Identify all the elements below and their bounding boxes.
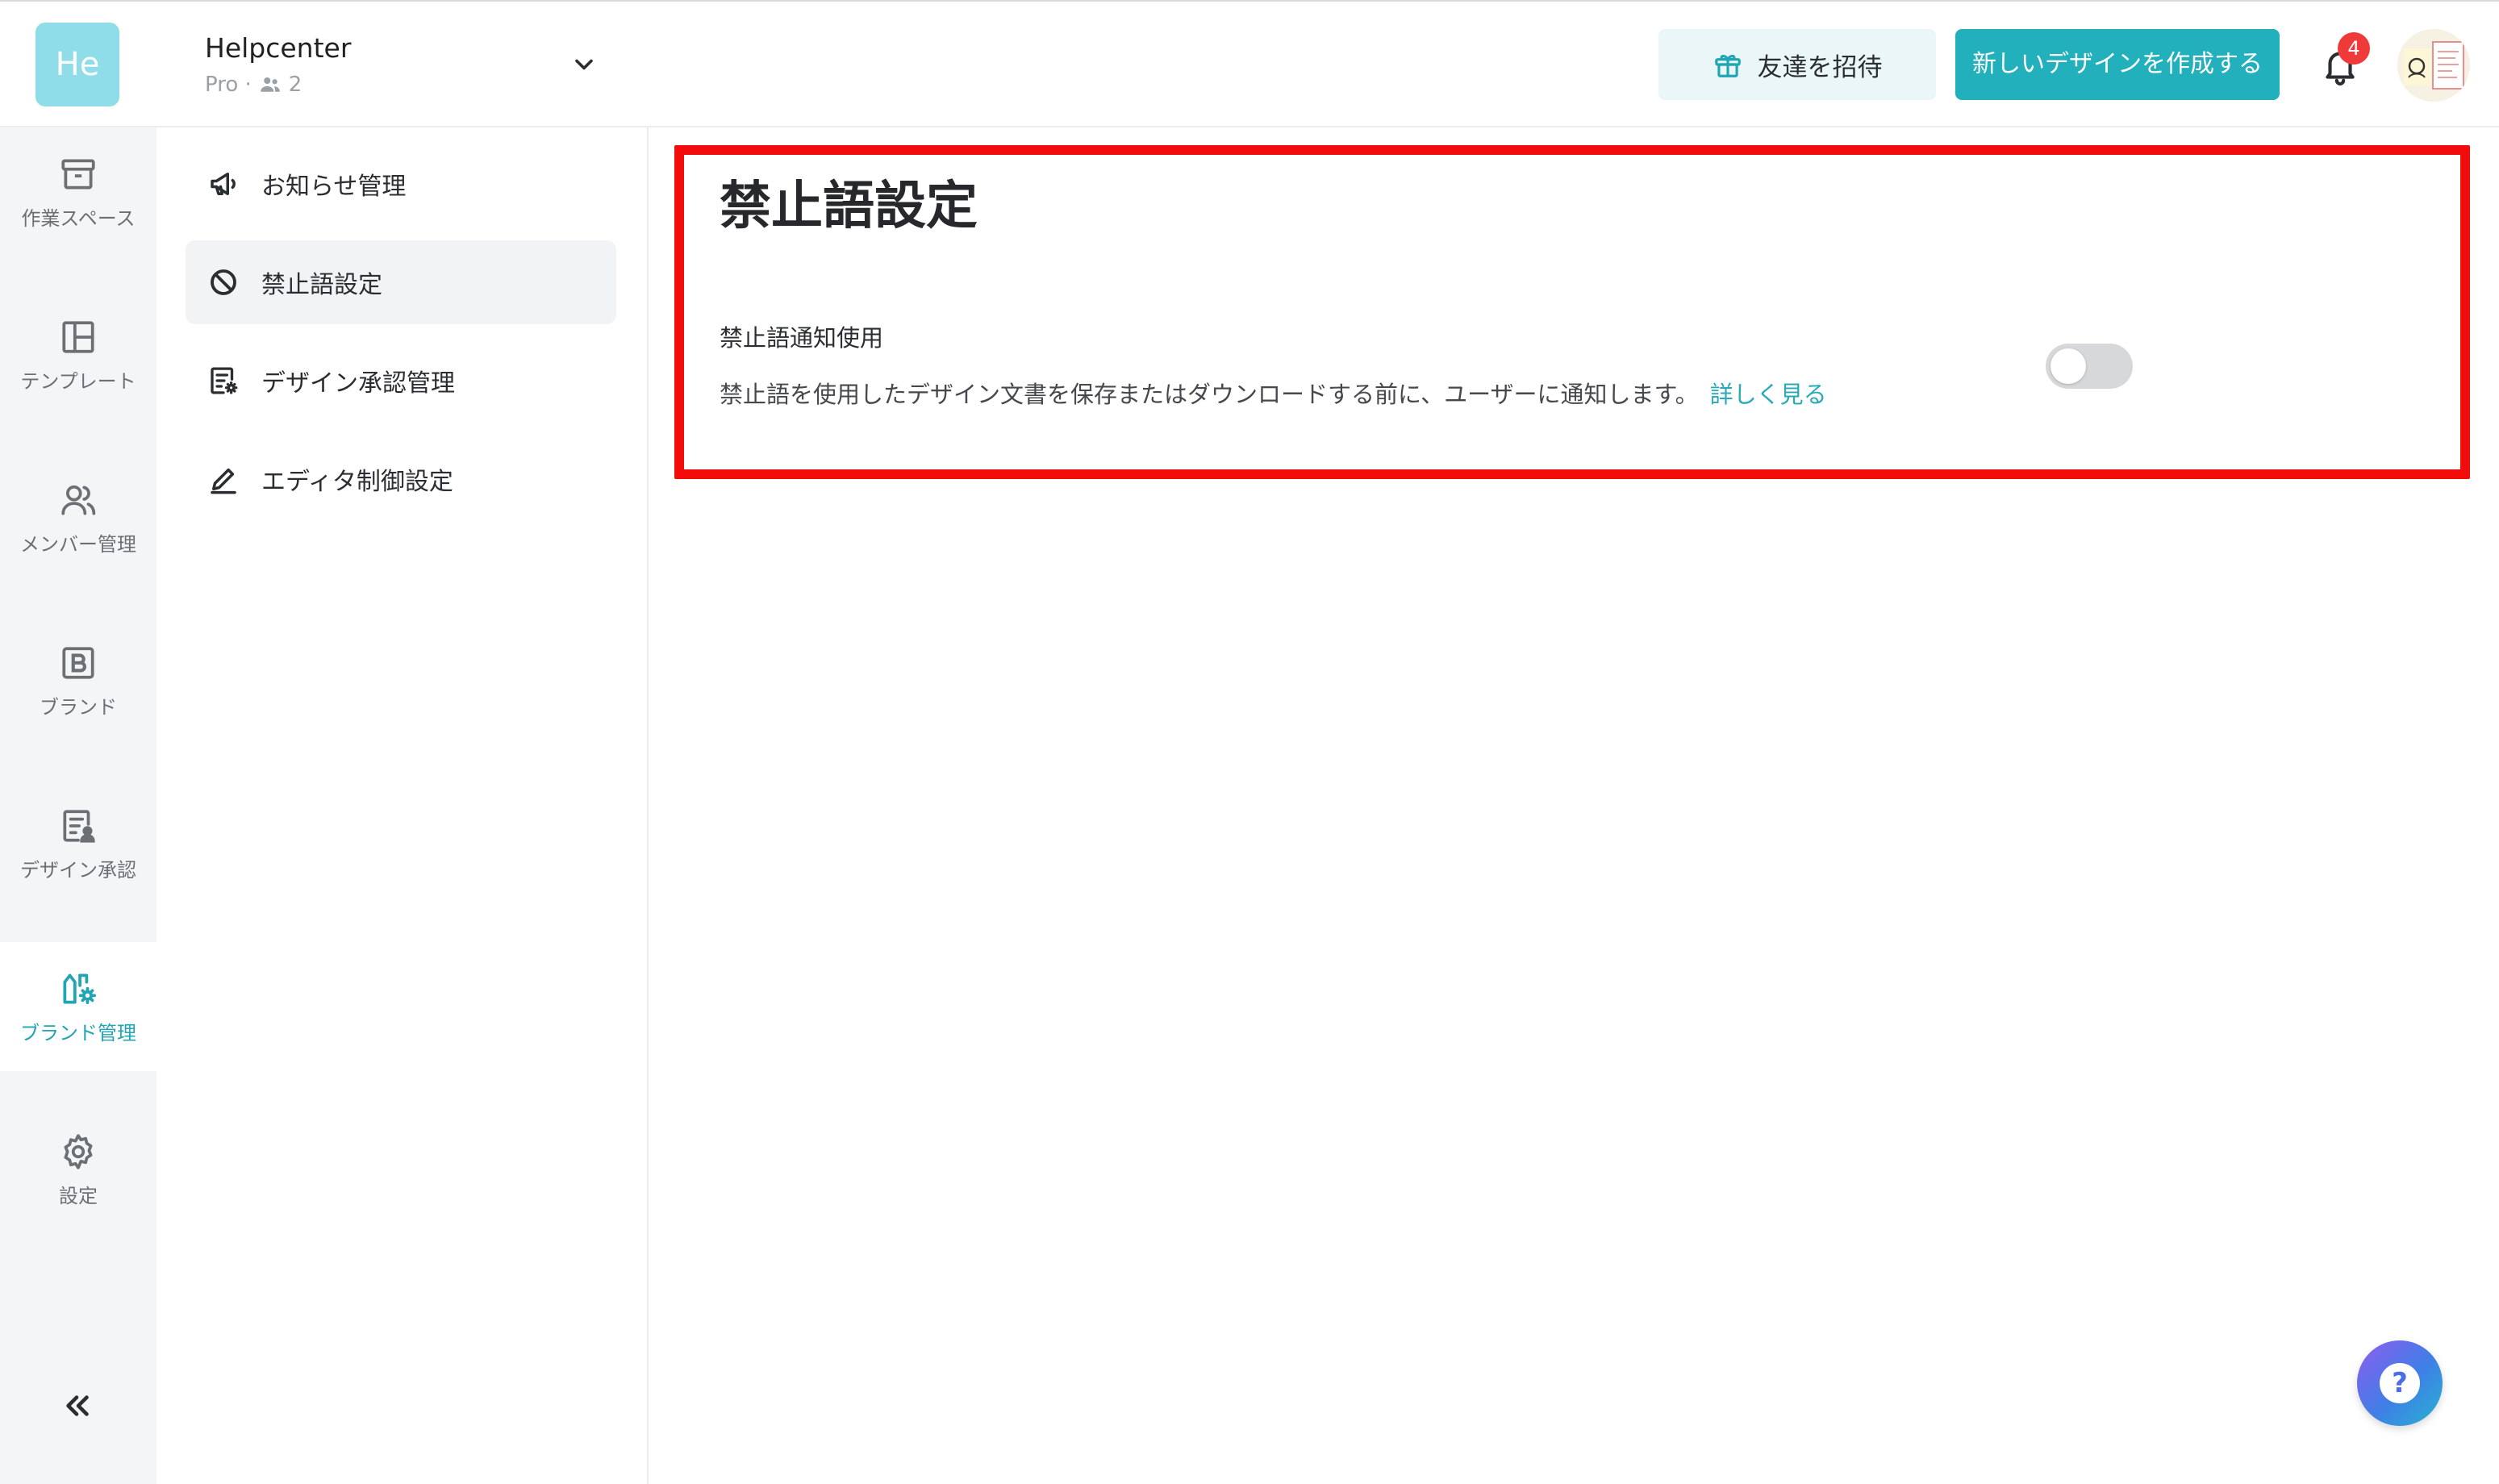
archive-box-icon [61, 158, 95, 190]
rail-item-brand-management[interactable]: ブランド管理 [0, 942, 156, 1071]
subnav-item-announcements[interactable]: お知らせ管理 [186, 142, 616, 226]
help-button[interactable]: ? [2357, 1340, 2443, 1426]
document-settings-icon [211, 367, 238, 394]
rail-item-brand[interactable]: ブランド [0, 616, 156, 745]
prohibited-icon [211, 269, 236, 295]
workspace-meta: Pro · 2 [205, 73, 302, 97]
rail-label: ブランド管理 [20, 1021, 136, 1044]
workspace-member-count: 2 [288, 73, 302, 97]
members-icon [260, 77, 280, 92]
layout-template-icon [62, 320, 94, 353]
rail-item-settings[interactable]: 設定 [0, 1105, 156, 1234]
rail-label: テンプレート [20, 369, 136, 393]
app-window: He Helpcenter Pro · 2 友達を招待 新しいデザインを作成する… [0, 0, 2499, 1484]
subnav-label: エディタ制御設定 [261, 468, 453, 496]
prohibited-words-toggle[interactable] [2046, 344, 2133, 389]
collapse-sidebar-icon[interactable] [56, 1386, 97, 1426]
brand-settings-icon [63, 973, 97, 1004]
rail-label: メンバー管理 [20, 532, 136, 556]
brand-b-icon [62, 646, 94, 679]
subnav-label: デザイン承認管理 [261, 369, 455, 398]
invite-friends-button[interactable]: 友達を招待 [1658, 29, 1936, 100]
subnav-label: お知らせ管理 [261, 173, 407, 201]
users-icon [61, 485, 96, 515]
workspace-plan: Pro · [205, 73, 252, 97]
workspace-name[interactable]: Helpcenter [205, 32, 351, 64]
workspace-avatar[interactable]: He [35, 23, 119, 106]
chevron-down-icon[interactable] [569, 50, 599, 79]
toggle-knob [2051, 348, 2086, 384]
page-title: 禁止語設定 [720, 177, 978, 236]
subnav-item-editor-control[interactable]: エディタ制御設定 [186, 437, 616, 521]
gift-icon [1714, 54, 1741, 77]
subnav-label: 禁止語設定 [261, 271, 382, 299]
setting-title: 禁止語通知使用 [720, 324, 884, 352]
rail-item-templates[interactable]: テンプレート [0, 290, 156, 419]
user-avatar[interactable] [2397, 29, 2470, 102]
question-icon: ? [2380, 1363, 2420, 1403]
rail-item-members[interactable]: メンバー管理 [0, 453, 156, 582]
subnav-item-design-approval-management[interactable]: デザイン承認管理 [186, 339, 616, 423]
learn-more-link[interactable]: 詳しく見る [1710, 381, 1827, 408]
secondary-sidebar: お知らせ管理 禁止語設定デザイン承認管理 エディタ制御設定 [156, 127, 649, 1484]
setting-description-text: 禁止語を使用したデザイン文書を保存またはダウンロードする前に、ユーザーに通知しま… [720, 381, 1699, 408]
notification-badge: 4 [2338, 32, 2370, 65]
rail-label: 設定 [59, 1184, 98, 1207]
pencil-icon [211, 468, 236, 494]
rail-label: ブランド [40, 695, 117, 719]
rail-item-design-approval[interactable]: デザイン承認 [0, 779, 156, 908]
rail-label: デザイン承認 [20, 858, 136, 882]
invite-friends-label: 友達を招待 [1757, 52, 1883, 82]
subnav-item-prohibited-words[interactable]: 禁止語設定 [186, 240, 616, 324]
top-header: He Helpcenter Pro · 2 友達を招待 新しいデザインを作成する… [0, 0, 2499, 127]
megaphone-icon [211, 173, 236, 195]
rail-label: 作業スペース [21, 206, 136, 230]
primary-sidebar: 作業スペース テンプレート メンバー管理 ブランド デザイン承認 ブランド管理 … [0, 127, 156, 1484]
gear-icon [64, 1133, 93, 1169]
create-design-button[interactable]: 新しいデザインを作成する [1955, 29, 2280, 100]
document-approval-icon [63, 809, 95, 843]
setting-description: 禁止語を使用したデザイン文書を保存またはダウンロードする前に、ユーザーに通知しま… [720, 376, 1827, 410]
rail-item-workspace[interactable]: 作業スペース [0, 127, 156, 256]
